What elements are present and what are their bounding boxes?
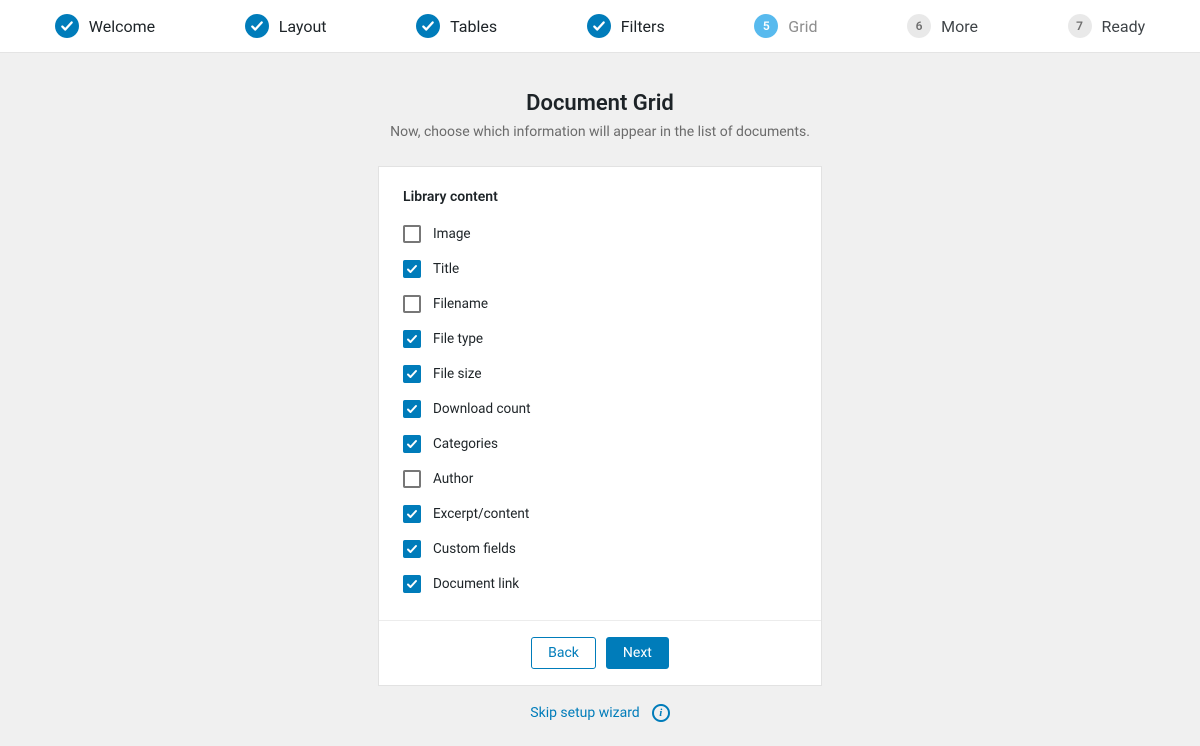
checkbox-row[interactable]: Title	[403, 252, 797, 287]
step-label: Ready	[1102, 17, 1146, 36]
checkbox-label: File size	[433, 366, 482, 382]
checkbox[interactable]	[403, 365, 421, 383]
step-number-icon: 7	[1068, 14, 1092, 38]
checkbox-label: Author	[433, 471, 473, 487]
checkbox-row[interactable]: File type	[403, 322, 797, 357]
step-filters[interactable]: Filters	[587, 14, 665, 38]
step-label: Tables	[450, 17, 497, 36]
main-content: Document Grid Now, choose which informat…	[0, 53, 1200, 746]
checkbox-label: Title	[433, 261, 459, 277]
checkbox[interactable]	[403, 295, 421, 313]
step-number-icon: 5	[754, 14, 778, 38]
checkbox-label: Custom fields	[433, 541, 516, 557]
stepper: Welcome Layout Tables Filters 5 Grid 6 More 7 Rea…	[0, 0, 1200, 53]
checkbox[interactable]	[403, 225, 421, 243]
checkbox-label: Download count	[433, 401, 531, 417]
options-card: Library content Image Title Filename File t…	[378, 166, 822, 686]
checkbox[interactable]	[403, 435, 421, 453]
checkbox-row[interactable]: Categories	[403, 427, 797, 462]
checkbox-label: File type	[433, 331, 483, 347]
checkbox-row[interactable]: Custom fields	[403, 532, 797, 567]
checkbox-row[interactable]: File size	[403, 357, 797, 392]
step-welcome[interactable]: Welcome	[55, 14, 155, 38]
info-icon[interactable]: i	[652, 704, 670, 722]
checkbox[interactable]	[403, 575, 421, 593]
next-button[interactable]: Next	[606, 637, 669, 669]
checkbox-label: Document link	[433, 576, 519, 592]
step-grid: 5 Grid	[754, 14, 817, 38]
checkbox[interactable]	[403, 400, 421, 418]
page-subtitle: Now, choose which information will appea…	[16, 124, 1184, 140]
checkbox[interactable]	[403, 470, 421, 488]
step-label: Grid	[788, 17, 817, 36]
check-icon	[416, 14, 440, 38]
group-label: Library content	[403, 189, 797, 205]
check-icon	[587, 14, 611, 38]
step-ready: 7 Ready	[1068, 14, 1146, 38]
check-icon	[245, 14, 269, 38]
page-title: Document Grid	[16, 91, 1184, 116]
checkbox-label: Image	[433, 226, 471, 242]
skip-row: Skip setup wizard i	[16, 704, 1184, 722]
checkbox-label: Filename	[433, 296, 488, 312]
step-label: Filters	[621, 17, 665, 36]
options-list: Image Title Filename File type File size Down…	[403, 217, 797, 602]
back-button[interactable]: Back	[531, 637, 596, 669]
checkbox-row[interactable]: Filename	[403, 287, 797, 322]
checkbox[interactable]	[403, 330, 421, 348]
skip-setup-link[interactable]: Skip setup wizard	[530, 705, 639, 721]
checkbox-label: Excerpt/content	[433, 506, 529, 522]
checkbox-label: Categories	[433, 436, 498, 452]
checkbox[interactable]	[403, 505, 421, 523]
step-layout[interactable]: Layout	[245, 14, 327, 38]
checkbox-row[interactable]: Image	[403, 217, 797, 252]
checkbox-row[interactable]: Excerpt/content	[403, 497, 797, 532]
checkbox[interactable]	[403, 540, 421, 558]
step-tables[interactable]: Tables	[416, 14, 497, 38]
step-label: Layout	[279, 17, 327, 36]
card-footer: Back Next	[379, 620, 821, 685]
step-more: 6 More	[907, 14, 978, 38]
step-label: More	[941, 17, 978, 36]
card-body: Library content Image Title Filename File t…	[379, 167, 821, 620]
checkbox-row[interactable]: Author	[403, 462, 797, 497]
check-icon	[55, 14, 79, 38]
checkbox[interactable]	[403, 260, 421, 278]
step-label: Welcome	[89, 17, 155, 36]
checkbox-row[interactable]: Document link	[403, 567, 797, 602]
checkbox-row[interactable]: Download count	[403, 392, 797, 427]
step-number-icon: 6	[907, 14, 931, 38]
